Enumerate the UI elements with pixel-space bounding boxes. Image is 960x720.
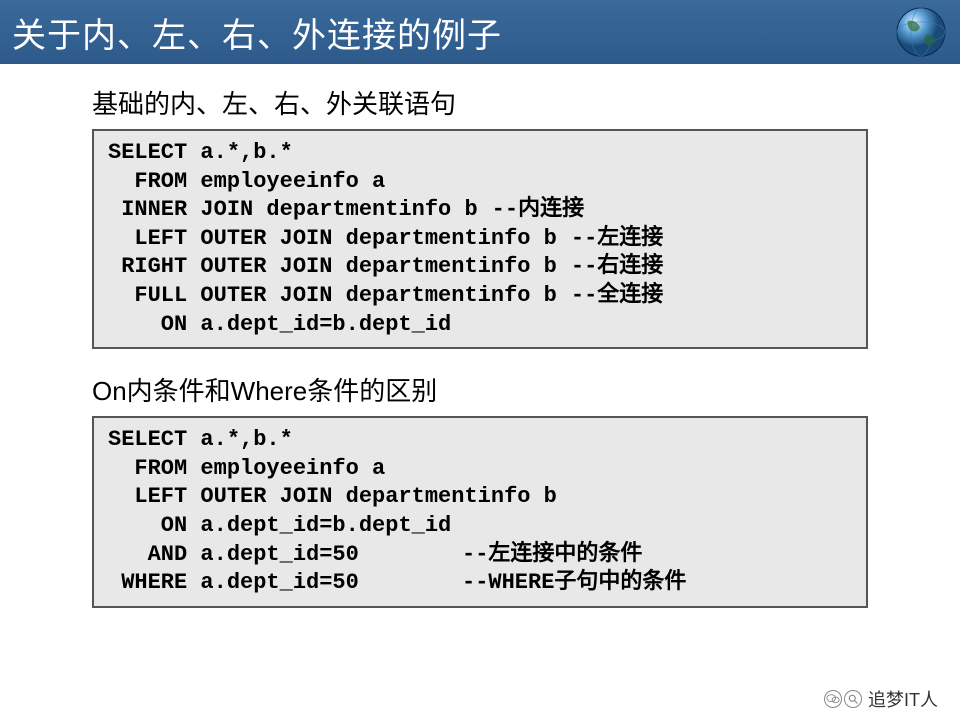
code-line: INNER JOIN departmentinfo b (108, 196, 478, 225)
code-comment: --全连接 (571, 282, 663, 311)
page-title: 关于内、左、右、外连接的例子 (12, 8, 502, 57)
code-line: LEFT OUTER JOIN departmentinfo b (108, 483, 557, 512)
section1-title: 基础的内、左、右、外关联语句 (92, 84, 868, 121)
code-line: ON a.dept_id=b.dept_id (108, 311, 451, 340)
code-comment: --左连接 (571, 225, 663, 254)
code-comment: --WHERE子句中的条件 (462, 569, 686, 598)
code-block-1: SELECT a.*,b.* FROM employeeinfo a INNER… (92, 129, 868, 349)
code-line: WHERE a.dept_id=50 (108, 569, 448, 598)
code-line: ON a.dept_id=b.dept_id (108, 512, 451, 541)
code-comment: --内连接 (492, 196, 584, 225)
code-block-2: SELECT a.*,b.* FROM employeeinfo a LEFT … (92, 416, 868, 608)
code-line: FULL OUTER JOIN departmentinfo b (108, 282, 557, 311)
code-comment: --右连接 (571, 253, 663, 282)
magnifier-icon (844, 690, 862, 708)
wechat-icon (824, 690, 842, 708)
header: 关于内、左、右、外连接的例子 (0, 0, 960, 64)
code-line: LEFT OUTER JOIN departmentinfo b (108, 225, 557, 254)
code-line: RIGHT OUTER JOIN departmentinfo b (108, 253, 557, 282)
content-area: 基础的内、左、右、外关联语句 SELECT a.*,b.* FROM emplo… (0, 64, 960, 608)
footer-icons (824, 690, 862, 708)
code-line: AND a.dept_id=50 (108, 541, 448, 570)
code-comment: --左连接中的条件 (462, 541, 642, 570)
footer: 追梦IT人 (824, 686, 938, 712)
code-line: SELECT a.*,b.* (108, 139, 293, 168)
code-line: FROM employeeinfo a (108, 168, 385, 197)
globe-icon (894, 5, 948, 59)
code-line: FROM employeeinfo a (108, 455, 385, 484)
code-line: SELECT a.*,b.* (108, 426, 293, 455)
section2-title: On内条件和Where条件的区别 (92, 371, 868, 408)
footer-text: 追梦IT人 (868, 686, 938, 712)
